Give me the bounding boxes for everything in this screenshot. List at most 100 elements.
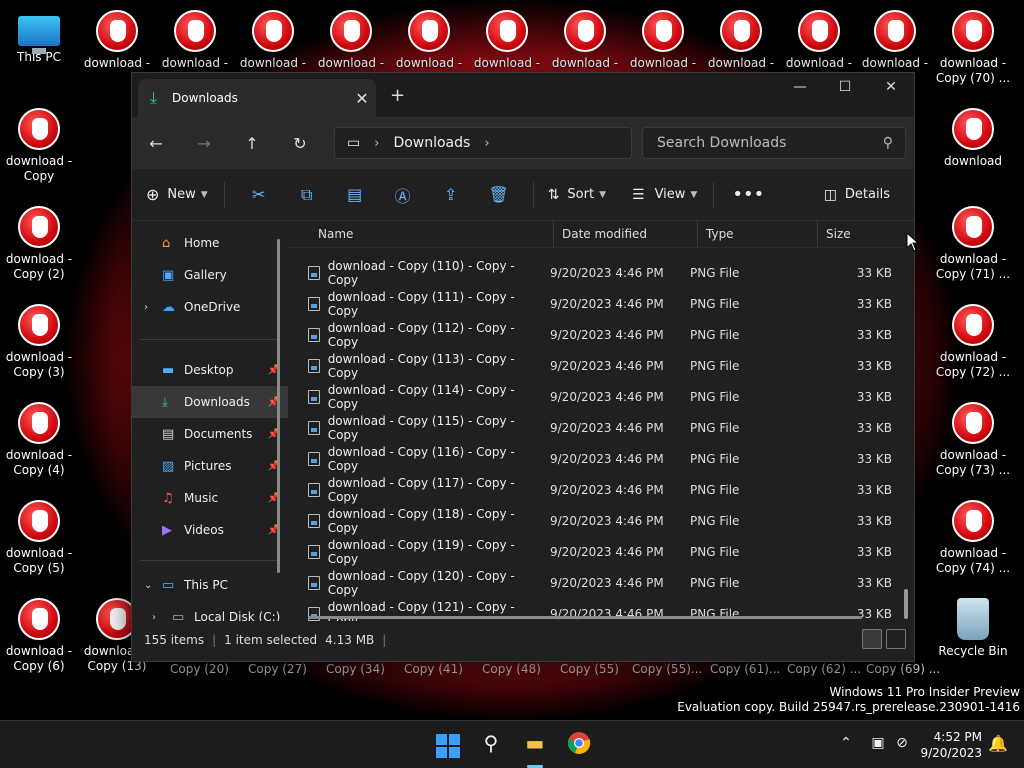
chevron-right-icon[interactable]: › [484, 136, 489, 151]
file-name-cell: download - Copy (120) - Copy - Copy [288, 569, 542, 597]
nav-item-home[interactable]: ⌂ Home [132, 227, 288, 259]
search-icon[interactable]: ⚲ [477, 731, 505, 759]
desktop-icon-download[interactable]: download - [469, 10, 545, 70]
desktop-icon-download[interactable]: download - [313, 10, 389, 70]
desktop-icon-download-copy-71[interactable]: download - Copy (71) ... [935, 206, 1011, 282]
desktop-icon-download-copy-6[interactable]: download - Copy (6) [1, 598, 77, 674]
desktop-icon-download[interactable]: download - [703, 10, 779, 70]
table-row[interactable]: download - Copy (114) - Copy - Copy 9/20… [288, 381, 914, 412]
tab-downloads[interactable]: ⤓ Downloads ✕ [138, 79, 376, 117]
desktop-icon-download-copy[interactable]: download - Copy [1, 108, 77, 184]
desktop-icon-download[interactable]: download - [235, 10, 311, 70]
nav-item-pictures[interactable]: ▨ Pictures 📌 [132, 450, 288, 482]
desktop-icon-download[interactable]: download - [79, 10, 155, 70]
minimize-icon[interactable]: — [777, 73, 823, 101]
notification-bell-icon[interactable]: 🔔 [984, 734, 1012, 762]
scrollbar-thumb[interactable] [904, 589, 908, 619]
delete-icon[interactable]: 🗑 [475, 185, 523, 204]
desktop-icon-download-copy-72[interactable]: download - Copy (72) ... [935, 304, 1011, 380]
desktop-icon-download[interactable]: download - [157, 10, 233, 70]
rename-icon[interactable]: Ⓐ [379, 183, 427, 207]
table-row[interactable]: download - Copy (116) - Copy - Copy 9/20… [288, 443, 914, 474]
nav-item-videos[interactable]: ▶ Videos 📌 [132, 514, 288, 546]
share-icon[interactable]: ⇪ [427, 185, 475, 204]
chevron-right-icon[interactable]: › [144, 302, 148, 313]
back-icon[interactable]: ← [132, 134, 180, 153]
column-header-name[interactable]: Name [288, 221, 554, 247]
desktop-icon-download-copy-4[interactable]: download - Copy (4) [1, 402, 77, 478]
desktop-icon-download[interactable]: download - [857, 10, 933, 70]
stop-hand-icon [18, 304, 60, 346]
desktop-bottom-label: Copy (20) [170, 662, 229, 676]
desktop-icon-download[interactable]: download - [781, 10, 857, 70]
png-file-icon [308, 420, 320, 435]
column-header-size[interactable]: Size [818, 221, 898, 247]
table-row[interactable]: download - Copy (120) - Copy - Copy 9/20… [288, 567, 914, 598]
table-row[interactable]: download - Copy (111) - Copy - Copy 9/20… [288, 288, 914, 319]
up-icon[interactable]: ↑ [228, 134, 276, 153]
nav-item-onedrive[interactable]: › ☁ OneDrive [132, 291, 288, 323]
file-explorer-icon[interactable]: ▬ [521, 731, 549, 759]
chevron-right-icon[interactable]: › [374, 136, 379, 151]
details-button[interactable]: ◫ Details [824, 187, 890, 203]
view-button[interactable]: ☰ View ▼ [632, 187, 697, 203]
table-row[interactable]: download - Copy (110) - Copy - Copy 9/20… [288, 257, 914, 288]
volume-muted-icon[interactable]: ⊘ [888, 735, 916, 763]
nav-item-music[interactable]: ♫ Music 📌 [132, 482, 288, 514]
nav-item-gallery[interactable]: ▣ Gallery [132, 259, 288, 291]
nav-scrollbar[interactable] [277, 239, 280, 573]
close-tab-icon[interactable]: ✕ [348, 89, 376, 108]
search-input[interactable]: Search Downloads ⚲ [642, 127, 906, 159]
desktop-icon-download-copy-5[interactable]: download - Copy (5) [1, 500, 77, 576]
desktop-icon-download-copy-70[interactable]: download - Copy (70) ... [935, 10, 1011, 86]
close-window-icon[interactable]: ✕ [868, 73, 914, 101]
more-options-icon[interactable]: ••• [724, 184, 772, 205]
column-header-type[interactable]: Type [698, 221, 818, 247]
vertical-scrollbar[interactable] [904, 243, 908, 619]
sort-button[interactable]: ⇅ Sort ▼ [548, 187, 606, 203]
desktop-icon-this-pc[interactable]: This PC [1, 10, 77, 65]
details-view-icon[interactable] [862, 629, 882, 649]
chrome-icon[interactable] [565, 731, 593, 759]
breadcrumb[interactable]: ▭ › Downloads › [334, 127, 632, 159]
table-row[interactable]: download - Copy (115) - Copy - Copy 9/20… [288, 412, 914, 443]
tiles-view-icon[interactable] [886, 629, 906, 649]
table-row[interactable]: download - Copy (117) - Copy - Copy 9/20… [288, 474, 914, 505]
nav-item-documents[interactable]: ▤ Documents 📌 [132, 418, 288, 450]
forward-icon[interactable]: → [180, 134, 228, 153]
desktop-icon-download-copy-2[interactable]: download - Copy (2) [1, 206, 77, 282]
table-row[interactable]: download - Copy (119) - Copy - Copy 9/20… [288, 536, 914, 567]
nav-item-this-pc[interactable]: ⌄ ▭ This PC [132, 569, 288, 601]
desktop-icon-download[interactable]: download - [391, 10, 467, 70]
copy-icon[interactable]: ⧉ [283, 185, 331, 205]
png-file-icon [308, 265, 320, 280]
table-row[interactable]: download - Copy (112) - Copy - Copy 9/20… [288, 319, 914, 350]
chevron-up-icon[interactable]: ⌃ [832, 735, 860, 763]
desktop-icon-recycle-bin[interactable]: Recycle Bin [935, 598, 1011, 659]
desktop-icon-download-copy-3[interactable]: download - Copy (3) [1, 304, 77, 380]
clock[interactable]: 4:52 PM 9/20/2023 [920, 729, 982, 761]
desktop-icon-download[interactable]: download - [625, 10, 701, 70]
desktop-bottom-label: Copy (55) [560, 662, 619, 676]
nav-item-downloads[interactable]: ⤓ Downloads 📌 [132, 386, 288, 418]
nav-item-desktop[interactable]: ▬ Desktop 📌 [132, 354, 288, 386]
maximize-icon[interactable]: ☐ [822, 73, 868, 101]
chevron-down-icon[interactable]: ⌄ [144, 580, 152, 591]
horizontal-scrollbar[interactable] [308, 616, 862, 619]
windows-start-icon[interactable] [433, 731, 461, 759]
column-header-date[interactable]: Date modified [554, 221, 698, 247]
desktop-icon-download-copy-74[interactable]: download - Copy (74) ... [935, 500, 1011, 576]
file-name: download - Copy (119) - Copy - Copy [327, 537, 515, 566]
new-button[interactable]: ⊕ New ▼ [146, 185, 208, 204]
desktop-icon-download[interactable]: download - [547, 10, 623, 70]
desktop-icon-download-copy-73[interactable]: download - Copy (73) ... [935, 402, 1011, 478]
new-tab-icon[interactable]: + [390, 85, 405, 106]
cut-icon[interactable]: ✂ [235, 185, 283, 204]
table-row[interactable]: download - Copy (113) - Copy - Copy 9/20… [288, 350, 914, 381]
desktop-icon-download[interactable]: download [935, 108, 1011, 169]
table-row[interactable]: download - Copy (118) - Copy - Copy 9/20… [288, 505, 914, 536]
refresh-icon[interactable]: ↻ [276, 134, 324, 153]
breadcrumb-downloads[interactable]: Downloads [393, 135, 470, 151]
paste-icon[interactable]: ▤ [331, 185, 379, 204]
stop-hand-icon [642, 10, 684, 52]
